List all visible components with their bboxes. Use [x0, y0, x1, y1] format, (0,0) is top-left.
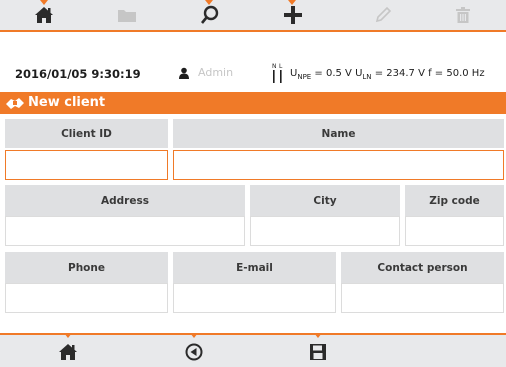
- measurement-readout: N L UNPE = 0.5 V ULN = 234.7 V f = 50.0 …: [272, 64, 485, 84]
- open-folder-button[interactable]: [113, 3, 141, 27]
- name-field[interactable]: [173, 150, 504, 180]
- status-bar: 2016/01/05 9:30:19 Admin N L UNPE = 0.5 …: [0, 64, 506, 84]
- toolbar-notch: [314, 333, 322, 338]
- form-header: New client: [0, 92, 506, 114]
- bottom-toolbar: [0, 333, 506, 367]
- address-field[interactable]: [5, 216, 245, 246]
- plus-icon: [284, 6, 302, 24]
- client-id-header: Client ID: [5, 119, 168, 148]
- search-icon: [200, 5, 219, 24]
- contact-person-field[interactable]: [341, 283, 504, 313]
- client-id-field[interactable]: [5, 150, 168, 180]
- edit-button[interactable]: [369, 3, 397, 27]
- user-name: Admin: [198, 66, 234, 79]
- add-button[interactable]: [279, 3, 307, 27]
- datetime: 2016/01/05 9:30:19: [15, 67, 141, 81]
- toolbar-notch: [190, 333, 198, 338]
- name-header: Name: [173, 119, 504, 148]
- plug-icon: N L: [272, 64, 284, 84]
- email-field[interactable]: [173, 283, 336, 313]
- user-indicator: Admin: [178, 66, 233, 79]
- user-icon: [179, 67, 189, 79]
- home-icon: [59, 344, 77, 360]
- back-icon: [185, 343, 203, 361]
- zip-code-field[interactable]: [405, 216, 504, 246]
- client-icon: [5, 95, 25, 115]
- zip-code-header: Zip code: [405, 185, 504, 216]
- save-button[interactable]: [304, 340, 332, 364]
- city-field[interactable]: [250, 216, 400, 246]
- contact-person-header: Contact person: [341, 252, 504, 283]
- top-toolbar: [0, 0, 506, 32]
- search-button[interactable]: [196, 3, 224, 27]
- address-header: Address: [5, 185, 245, 216]
- toolbar-notch: [64, 333, 72, 338]
- phone-header: Phone: [5, 252, 168, 283]
- phone-field[interactable]: [5, 283, 168, 313]
- trash-icon: [456, 7, 470, 23]
- email-header: E-mail: [173, 252, 336, 283]
- delete-button[interactable]: [449, 3, 477, 27]
- back-button[interactable]: [180, 340, 208, 364]
- measurement-text: UNPE = 0.5 V ULN = 234.7 V f = 50.0 Hz: [290, 67, 485, 81]
- save-icon: [310, 344, 326, 360]
- page-title: New client: [28, 95, 106, 110]
- city-header: City: [250, 185, 400, 216]
- home-button[interactable]: [54, 340, 82, 364]
- pencil-icon: [375, 6, 392, 23]
- home-button[interactable]: [30, 3, 58, 27]
- folder-icon: [118, 10, 136, 22]
- home-icon: [35, 7, 53, 23]
